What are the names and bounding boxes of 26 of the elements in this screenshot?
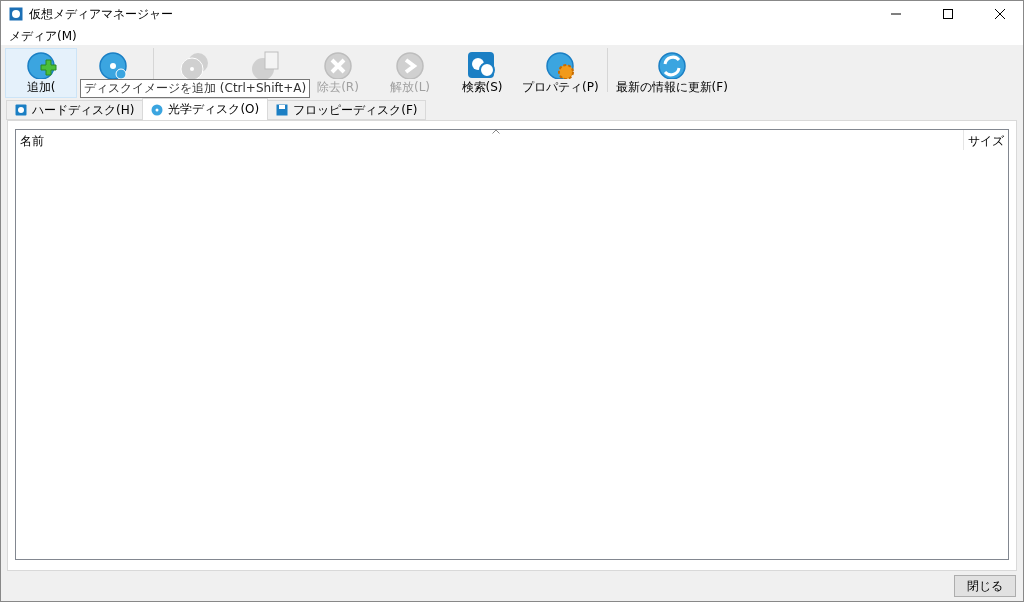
- window-title: 仮想メディアマネージャー: [29, 5, 174, 23]
- toolbar-button[interactable]: 検索(S): [446, 48, 518, 98]
- toolbar-button[interactable]: 最新の情報に更新(F): [611, 48, 732, 98]
- disc-document-icon: [250, 50, 282, 82]
- close-dialog-button[interactable]: 閉じる: [954, 575, 1016, 597]
- tab[interactable]: ハードディスク(H): [6, 100, 144, 120]
- disc-plus-icon: [25, 50, 57, 79]
- hard-disk-icon: [15, 104, 27, 116]
- tab[interactable]: フロッピーディスク(F): [267, 100, 427, 120]
- close-icon: [995, 9, 1005, 19]
- tooltip: ディスクイメージを追加 (Ctrl+Shift+A): [80, 79, 311, 98]
- disc-icon: [97, 50, 129, 82]
- tab[interactable]: 光学ディスク(O): [142, 98, 269, 120]
- disc-icon: [151, 103, 164, 116]
- menu-item[interactable]: メディア(M): [7, 27, 79, 45]
- toolbar-button[interactable]: プロパティ(P): [518, 48, 603, 98]
- disc-gear-icon: [544, 50, 577, 79]
- refresh-icon: [655, 50, 688, 79]
- toolbar-button[interactable]: 追加(: [5, 48, 77, 98]
- app-icon: [9, 7, 23, 21]
- discs-icon: [178, 50, 210, 82]
- disc-cross-icon: [322, 50, 354, 79]
- maximize-icon: [943, 9, 953, 19]
- column-header[interactable]: 名前: [16, 130, 963, 150]
- column-header[interactable]: サイズ: [963, 130, 1008, 150]
- disc-arrow-icon: [394, 50, 426, 79]
